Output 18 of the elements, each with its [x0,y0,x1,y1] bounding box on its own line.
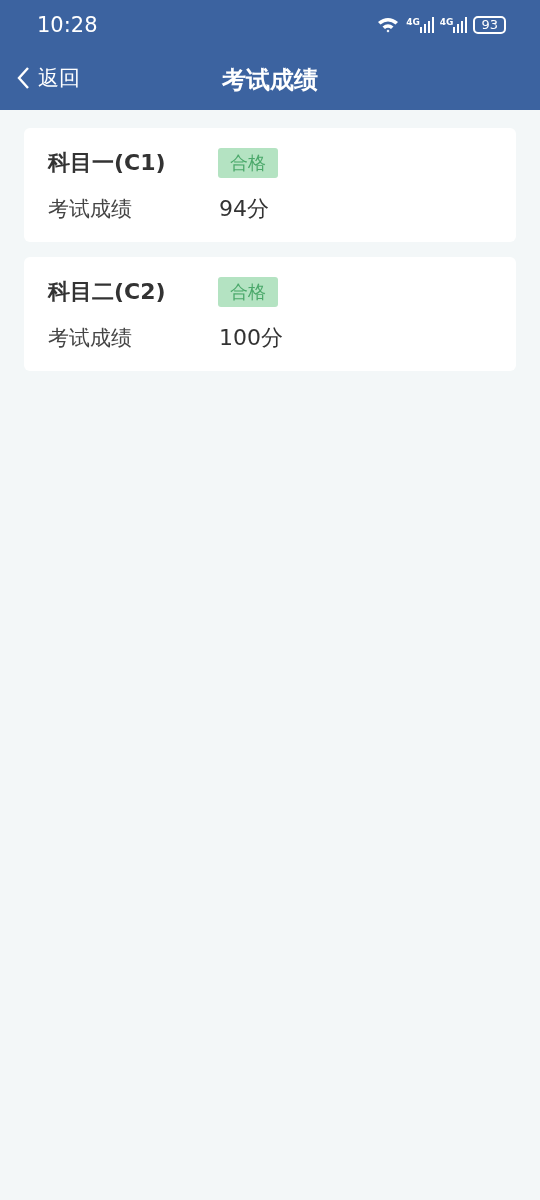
signal-icon [419,17,434,33]
score-value: 94分 [219,195,269,223]
subject-name: 科目二(C2) [48,278,167,306]
network-type: 4G [439,17,454,27]
wifi-icon [376,16,401,34]
signal-icon [453,17,468,33]
network-type: 4G [406,17,420,27]
pass-badge: 合格 [218,148,278,178]
score-label: 考试成绩 [48,196,133,223]
status-time: 10:28 [37,13,98,37]
chevron-left-icon [16,66,30,90]
battery-indicator: 93 [473,16,506,34]
score-label: 考试成绩 [48,325,133,352]
score-value: 100分 [219,324,283,352]
subject-name: 科目一(C1) [48,149,167,177]
page-title: 考试成绩 [222,65,318,96]
pass-badge: 合格 [218,277,278,307]
back-button[interactable]: 返回 [16,64,80,92]
